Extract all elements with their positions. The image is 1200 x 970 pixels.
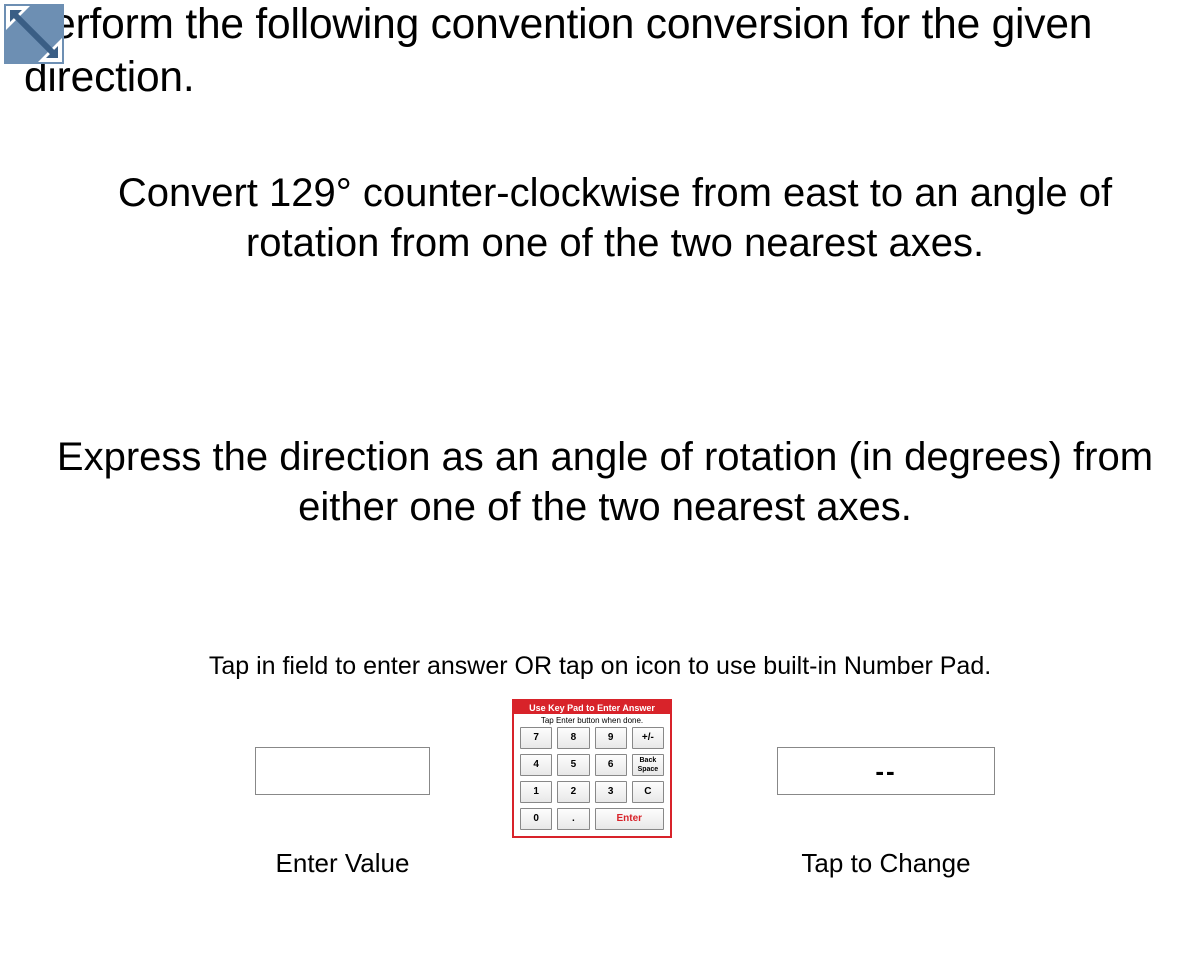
key-enter[interactable]: Enter (595, 808, 665, 830)
key-0[interactable]: 0 (520, 808, 552, 830)
keypad-grid: 7 8 9 +/- 4 5 6 Back Space 1 2 3 C 0 . E… (514, 727, 670, 836)
expand-icon[interactable] (4, 4, 64, 64)
key-7[interactable]: 7 (520, 727, 552, 749)
keypad-subtitle: Tap Enter button when done. (514, 714, 670, 727)
key-clear[interactable]: C (632, 781, 664, 803)
question-title: Perform the following convention convers… (24, 0, 1180, 104)
key-8[interactable]: 8 (557, 727, 589, 749)
question-page: Perform the following convention convers… (0, 0, 1200, 970)
key-backspace[interactable]: Back Space (632, 754, 664, 776)
key-plus-minus[interactable]: +/- (632, 727, 664, 749)
question-subtitle: Convert 129° counter-clockwise from east… (60, 168, 1170, 268)
answer-input-label: Enter Value (255, 848, 430, 879)
response-instruction: Express the direction as an angle of rot… (40, 432, 1170, 532)
answer-input[interactable] (255, 747, 430, 795)
key-2[interactable]: 2 (557, 781, 589, 803)
key-3[interactable]: 3 (595, 781, 627, 803)
keypad-title: Use Key Pad to Enter Answer (514, 701, 670, 714)
number-pad[interactable]: Use Key Pad to Enter Answer Tap Enter bu… (512, 699, 672, 838)
key-1[interactable]: 1 (520, 781, 552, 803)
unit-selector[interactable]: -- (777, 747, 995, 795)
key-dot[interactable]: . (557, 808, 589, 830)
key-9[interactable]: 9 (595, 727, 627, 749)
input-helper-text: Tap in field to enter answer OR tap on i… (0, 652, 1200, 681)
key-6[interactable]: 6 (595, 754, 627, 776)
unit-selector-label: Tap to Change (777, 848, 995, 879)
key-5[interactable]: 5 (557, 754, 589, 776)
key-4[interactable]: 4 (520, 754, 552, 776)
